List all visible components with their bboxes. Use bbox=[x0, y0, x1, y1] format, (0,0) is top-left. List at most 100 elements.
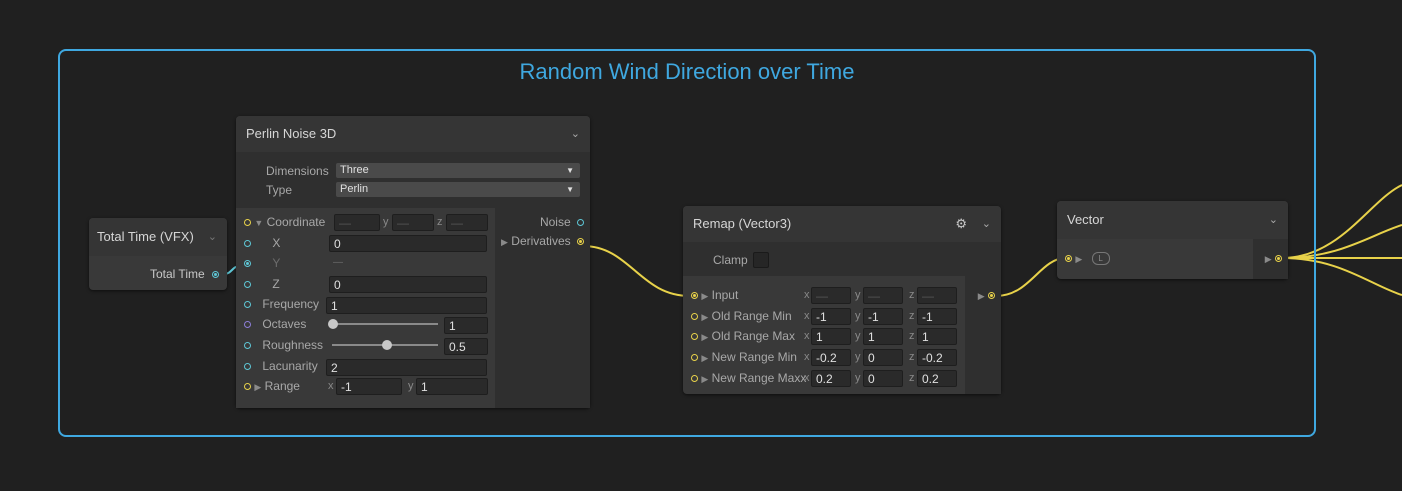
chevron-down-icon[interactable]: ⌄ bbox=[571, 116, 580, 152]
remap-node[interactable]: Remap (Vector3) ⚙ ⌄ Clamp ▶ Input x — y … bbox=[683, 206, 1001, 394]
coordinate-y-field[interactable]: — bbox=[392, 214, 434, 231]
range-axis-y: y bbox=[408, 380, 414, 392]
lacunarity-label: Lacunarity bbox=[262, 359, 318, 373]
axis-z: z bbox=[909, 310, 915, 322]
total-time-output-label: Total Time bbox=[149, 267, 205, 281]
vector-input-row: ▶ L bbox=[1065, 248, 1110, 268]
axis-x: x bbox=[804, 372, 810, 384]
expand-arrow-icon[interactable]: ▶ bbox=[978, 291, 985, 301]
axis-x: x bbox=[804, 351, 810, 363]
new-range-max-label: New Range Maxx bbox=[711, 371, 807, 385]
input-z-field[interactable]: — bbox=[917, 287, 957, 304]
expand-arrow-icon[interactable]: ▶ bbox=[701, 312, 708, 322]
input-port-icon[interactable] bbox=[691, 354, 698, 362]
expand-arrow-icon[interactable]: ▶ bbox=[254, 382, 261, 392]
new-range-min-label: New Range Min bbox=[711, 350, 797, 364]
input-port-icon[interactable] bbox=[691, 375, 698, 383]
input-port-connected-icon[interactable] bbox=[1065, 255, 1072, 263]
input-port-icon[interactable] bbox=[244, 301, 251, 309]
axis-z: z bbox=[909, 372, 915, 384]
old-range-min-y[interactable]: -1 bbox=[863, 308, 903, 325]
axis-z: z bbox=[909, 330, 915, 342]
perlin-settings: Dimensions Three ▼ Type Perlin ▼ bbox=[236, 152, 590, 208]
old-range-max-x[interactable]: 1 bbox=[811, 328, 851, 345]
x-row: X bbox=[244, 233, 280, 253]
slider-handle[interactable] bbox=[328, 319, 338, 329]
input-port-icon[interactable] bbox=[691, 333, 698, 341]
input-port-icon[interactable] bbox=[244, 240, 251, 248]
gear-icon[interactable]: ⚙ bbox=[955, 206, 967, 242]
slider-handle[interactable] bbox=[382, 340, 392, 350]
vector-node[interactable]: Vector ⌄ ▶ L ▶ bbox=[1057, 201, 1288, 279]
dimensions-dropdown[interactable]: Three ▼ bbox=[336, 163, 580, 178]
input-port-icon[interactable] bbox=[244, 219, 251, 227]
expand-arrow-icon[interactable]: ▶ bbox=[701, 353, 708, 363]
remap-header[interactable]: Remap (Vector3) ⚙ ⌄ bbox=[683, 206, 1001, 242]
roughness-field[interactable]: 0.5 bbox=[444, 338, 488, 355]
frequency-field[interactable]: 1 bbox=[326, 297, 487, 314]
clamp-checkbox[interactable] bbox=[753, 252, 769, 268]
expand-arrow-icon[interactable]: ▶ bbox=[1075, 254, 1082, 264]
old-range-min-x[interactable]: -1 bbox=[811, 308, 851, 325]
input-port-connected-icon[interactable] bbox=[691, 292, 698, 300]
z-field[interactable]: 0 bbox=[329, 276, 487, 293]
chevron-down-icon[interactable]: ⌄ bbox=[1269, 201, 1278, 239]
input-port-icon[interactable] bbox=[244, 281, 251, 289]
octaves-slider[interactable] bbox=[328, 319, 438, 329]
output-port-connected-icon[interactable] bbox=[1275, 255, 1282, 263]
chevron-down-icon[interactable]: ⌄ bbox=[982, 206, 991, 242]
expand-arrow-icon[interactable]: ▶ bbox=[501, 237, 508, 247]
chevron-down-icon[interactable]: ⌄ bbox=[208, 218, 217, 256]
input-port-connected-icon[interactable] bbox=[244, 260, 251, 268]
x-field[interactable]: 0 bbox=[329, 235, 487, 252]
total-time-header[interactable]: Total Time (VFX) ⌄ bbox=[89, 218, 227, 256]
group-title[interactable]: Random Wind Direction over Time bbox=[60, 59, 1314, 85]
expand-arrow-icon[interactable]: ▶ bbox=[1265, 254, 1272, 264]
output-port-connected-icon[interactable] bbox=[577, 238, 584, 246]
output-port-icon[interactable] bbox=[577, 219, 584, 227]
y-value: — bbox=[333, 257, 343, 268]
old-range-max-z[interactable]: 1 bbox=[917, 328, 957, 345]
range-y-field[interactable]: 1 bbox=[416, 378, 488, 395]
perlin-noise-node[interactable]: Perlin Noise 3D ⌄ Dimensions Three ▼ Typ… bbox=[236, 116, 590, 408]
new-range-min-x[interactable]: -0.2 bbox=[811, 349, 851, 366]
new-range-min-y[interactable]: 0 bbox=[863, 349, 903, 366]
input-x-field[interactable]: — bbox=[811, 287, 851, 304]
type-dropdown[interactable]: Perlin ▼ bbox=[336, 182, 580, 197]
input-port-icon[interactable] bbox=[244, 342, 251, 350]
range-x-field[interactable]: -1 bbox=[336, 378, 402, 395]
input-y-field[interactable]: — bbox=[863, 287, 903, 304]
total-time-node[interactable]: Total Time (VFX) ⌄ Total Time bbox=[89, 218, 227, 290]
axis-y: y bbox=[855, 330, 861, 342]
expand-arrow-icon[interactable]: ▶ bbox=[701, 291, 708, 301]
new-range-min-z[interactable]: -0.2 bbox=[917, 349, 957, 366]
expand-arrow-icon[interactable]: ▶ bbox=[701, 332, 708, 342]
new-range-max-y[interactable]: 0 bbox=[863, 370, 903, 387]
expand-arrow-icon[interactable]: ▶ bbox=[701, 374, 708, 384]
vector-header[interactable]: Vector ⌄ bbox=[1057, 201, 1288, 239]
lacunarity-field[interactable]: 2 bbox=[326, 359, 487, 376]
lacunarity-row: Lacunarity bbox=[244, 356, 318, 376]
dimensions-label: Dimensions bbox=[266, 164, 329, 178]
roughness-label: Roughness bbox=[262, 338, 324, 352]
new-range-max-x[interactable]: 0.2 bbox=[811, 370, 851, 387]
octaves-field[interactable]: 1 bbox=[444, 317, 488, 334]
new-range-max-z[interactable]: 0.2 bbox=[917, 370, 957, 387]
perlin-header[interactable]: Perlin Noise 3D ⌄ bbox=[236, 116, 590, 152]
link-badge-icon[interactable]: L bbox=[1091, 252, 1110, 266]
input-port-icon[interactable] bbox=[244, 321, 251, 329]
old-range-min-z[interactable]: -1 bbox=[917, 308, 957, 325]
output-port-icon[interactable] bbox=[212, 271, 219, 279]
input-port-icon[interactable] bbox=[244, 383, 251, 391]
vector-inputs: ▶ L bbox=[1057, 239, 1253, 279]
roughness-slider[interactable] bbox=[332, 340, 438, 350]
z-row: Z bbox=[244, 274, 280, 294]
coordinate-z-field[interactable]: — bbox=[446, 214, 488, 231]
coordinate-x-field[interactable]: — bbox=[334, 214, 380, 231]
old-range-max-y[interactable]: 1 bbox=[863, 328, 903, 345]
output-port-connected-icon[interactable] bbox=[988, 292, 995, 300]
input-port-icon[interactable] bbox=[691, 313, 698, 321]
input-port-icon[interactable] bbox=[244, 363, 251, 371]
expand-arrow-icon[interactable]: ▼ bbox=[254, 218, 263, 228]
perlin-outputs: Noise ▶ Derivatives bbox=[495, 208, 590, 408]
